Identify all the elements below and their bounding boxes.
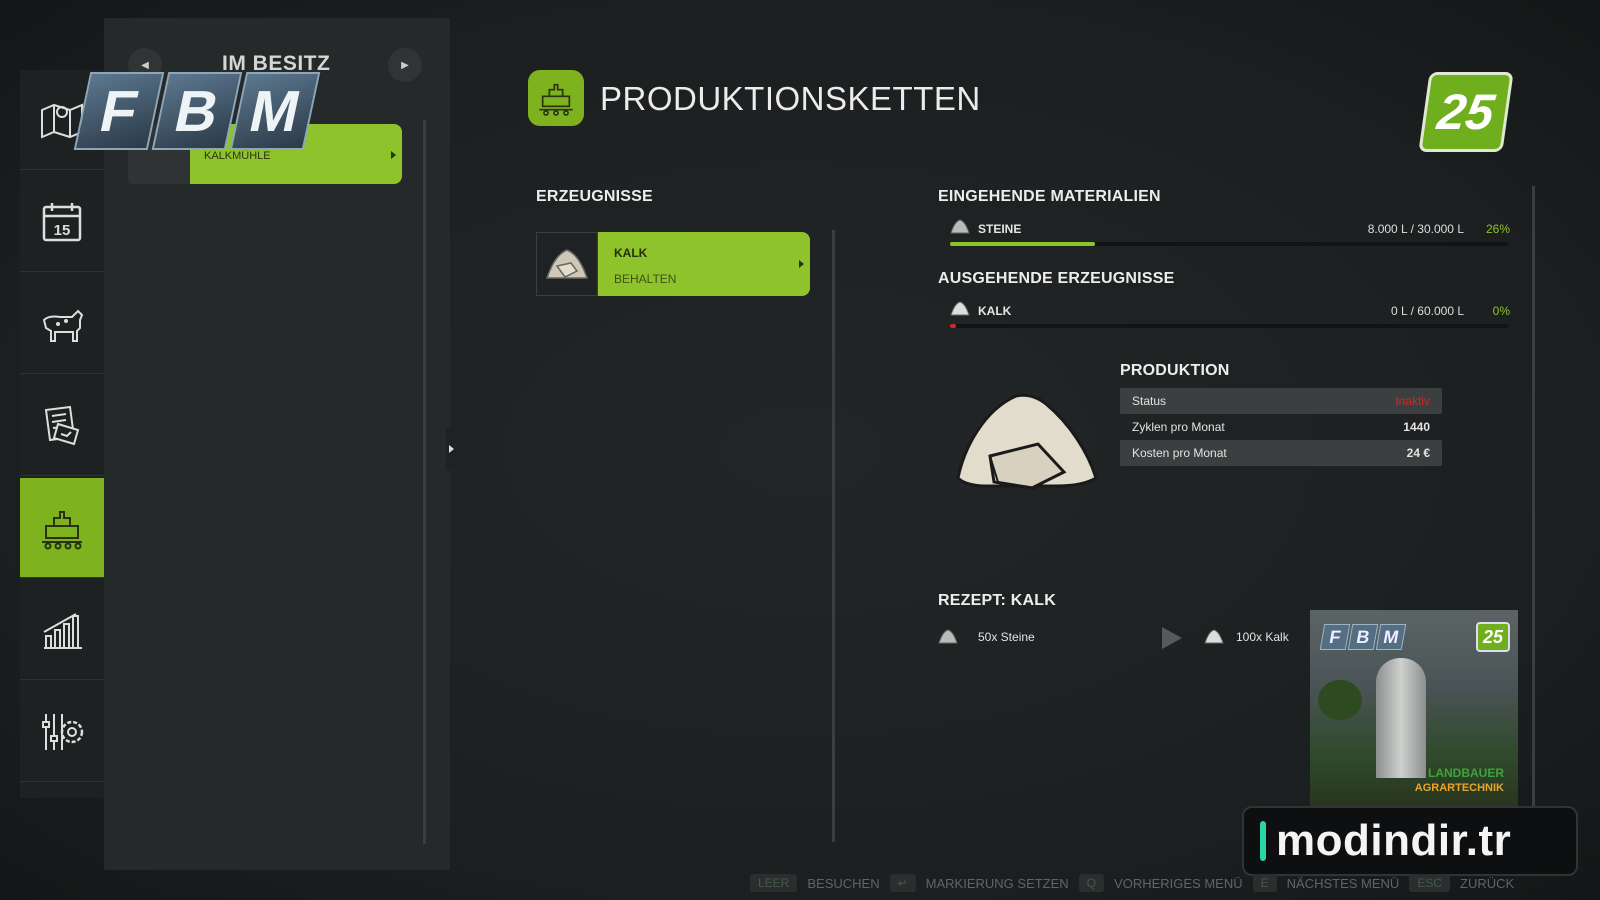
costs-label: Kosten pro Monat [1132, 446, 1227, 460]
stones-icon [938, 629, 958, 644]
incoming-progress-bar [950, 242, 1508, 246]
key-hint: ESC [1409, 874, 1450, 892]
card-brand-secondary: AGRARTECHNIK [1414, 782, 1504, 794]
product-name: KALK [614, 246, 648, 260]
outgoing-progress-bar [950, 324, 1508, 328]
production-row-status: Status Inaktiv [1120, 388, 1442, 414]
hint-back[interactable]: ZURÜCK [1460, 876, 1514, 891]
key-hint: ↵ [889, 874, 916, 892]
fbm-letter-b: B [151, 72, 243, 150]
version-badge: 25 [1418, 72, 1514, 152]
fbm-logo: F B M [73, 72, 321, 150]
mod-preview-image: F B M 25 LANDBAUER AGRARTECHNIK [1310, 610, 1518, 806]
owned-scrollbar[interactable] [423, 120, 426, 844]
key-hint: LEER [750, 874, 798, 892]
production-table: Status Inaktiv Zyklen pro Monat 1440 Koste… [1120, 388, 1442, 466]
outgoing-title: AUSGEHENDE ERZEUGNISSE [938, 270, 1175, 287]
fbm-mini-logo: F B M [1319, 624, 1407, 650]
recipe-output: 100x Kalk [1236, 630, 1289, 644]
nav-settings[interactable] [20, 682, 104, 782]
recipe-input: 50x Steine [978, 630, 1035, 644]
nav-calendar[interactable]: 15 [20, 172, 104, 272]
recipe-row: 50x Steine 100x Kalk [938, 626, 1298, 650]
screen: 15 ◀ IM BESITZ ▶ KALKMÜHLE F B M PRODUKT… [0, 0, 1600, 900]
documents-icon [44, 405, 80, 445]
products-scrollbar[interactable] [832, 230, 835, 842]
cycles-label: Zyklen pro Monat [1132, 420, 1225, 434]
chevron-left-icon: ◀ [141, 59, 149, 71]
card-version-badge: 25 [1476, 622, 1510, 652]
play-arrow-icon [1162, 627, 1182, 649]
lime-small-icon [950, 301, 970, 316]
watermark-text: modindir.tr [1276, 816, 1512, 865]
production-row-cycles: Zyklen pro Monat 1440 [1120, 414, 1442, 440]
status-label: Status [1132, 394, 1167, 408]
cow-icon [42, 309, 84, 342]
chart-icon [43, 612, 82, 649]
calendar-icon: 15 [42, 202, 82, 241]
production-row-costs: Kosten pro Monat 24 € [1120, 440, 1442, 466]
product-item-label: KALK BEHALTEN [598, 232, 810, 296]
incoming-amount: 8.000 L / 30.000 L [1367, 222, 1464, 236]
hint-prev-menu[interactable]: VORHERIGES MENÜ [1114, 876, 1243, 891]
production-title: PRODUKTION [1120, 362, 1230, 379]
next-owned-button[interactable]: ▶ [388, 48, 422, 82]
card-letter-b: B [1347, 624, 1379, 650]
card-brand-primary: LANDBAUER [1428, 766, 1504, 780]
recipe-title: REZEPT: KALK [938, 592, 1056, 609]
product-mode: BEHALTEN [614, 272, 677, 286]
collapse-panel-handle[interactable] [446, 428, 458, 470]
key-hint: Q [1078, 874, 1105, 892]
outgoing-progress-fill [950, 324, 956, 328]
silo-shape [1376, 658, 1426, 778]
outgoing-name: KALK [978, 304, 1012, 318]
products-title: ERZEUGNISSE [536, 188, 653, 205]
calendar-day: 15 [54, 222, 71, 239]
stones-icon [950, 219, 970, 234]
incoming-percent: 26% [1485, 222, 1510, 236]
hint-mark[interactable]: MARKIERUNG SETZEN [926, 876, 1069, 891]
hint-next-menu[interactable]: NÄCHSTES MENÜ [1287, 876, 1400, 891]
footer-hints: LEER BESUCHEN ↵ MARKIERUNG SETZEN Q VORHERI… [750, 872, 1514, 894]
hint-visit[interactable]: BESUCHEN [807, 876, 879, 891]
lime-small-icon [1204, 629, 1224, 644]
nav-contracts[interactable] [20, 376, 104, 476]
costs-value: 24 € [1406, 446, 1430, 460]
details-scrollbar[interactable] [1532, 186, 1535, 826]
outgoing-percent: 0% [1492, 304, 1510, 318]
fbm-letter-f: F [73, 72, 165, 150]
cycles-value: 1440 [1403, 420, 1430, 434]
product-item-kalk[interactable]: KALK BEHALTEN [536, 232, 810, 296]
factory-icon [42, 510, 82, 549]
nav-production[interactable] [20, 478, 111, 578]
incoming-name: STEINE [978, 222, 1022, 236]
main-nav: 15 [20, 70, 111, 798]
tree-shape [1318, 680, 1362, 720]
card-letter-f: F [1319, 624, 1351, 650]
chevron-right-icon: ▶ [401, 59, 409, 71]
watermark-accent [1260, 821, 1266, 861]
key-hint: E [1252, 874, 1277, 892]
lime-icon [536, 232, 598, 296]
lime-pile-icon [956, 393, 1098, 490]
incoming-title: EINGEHENDE MATERIALIEN [938, 188, 1161, 205]
card-letter-m: M [1375, 624, 1407, 650]
incoming-row-steine: STEINE 8.000 L / 30.000 L 26% [950, 218, 1510, 238]
outgoing-amount: 0 L / 60.000 L [1391, 304, 1464, 318]
watermark: modindir.tr [1242, 806, 1578, 876]
page-title: PRODUKTIONSKETTEN [600, 80, 981, 117]
outgoing-row-kalk: KALK 0 L / 60.000 L 0% [950, 300, 1510, 320]
settings-icon [42, 713, 84, 750]
header-factory-icon [528, 70, 584, 126]
incoming-progress-fill [950, 242, 1096, 246]
nav-statistics[interactable] [20, 580, 104, 680]
status-value: Inaktiv [1395, 394, 1430, 408]
nav-animals[interactable] [20, 274, 104, 374]
